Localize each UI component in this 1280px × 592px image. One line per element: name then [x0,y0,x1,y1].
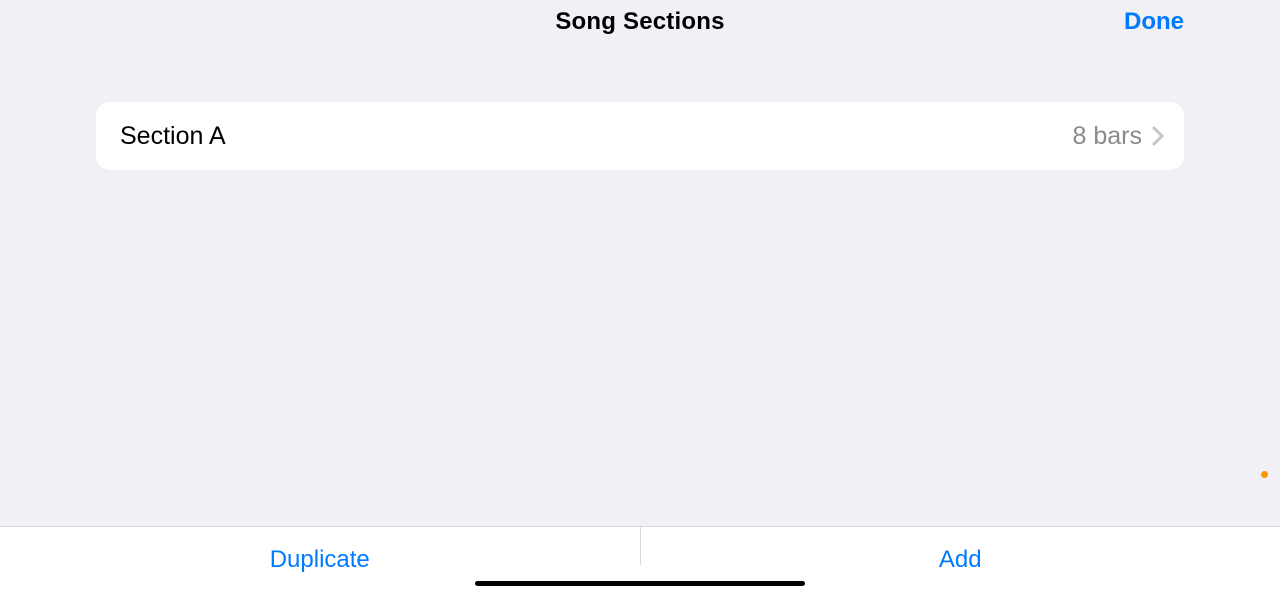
section-bars-label: 8 bars [1073,122,1142,151]
home-indicator [475,581,805,586]
done-button[interactable]: Done [1124,8,1184,36]
section-row[interactable]: Section A 8 bars [96,102,1184,170]
section-name-label: Section A [120,122,1073,151]
recording-indicator-dot [1261,471,1268,478]
chevron-right-icon [1152,126,1164,146]
navigation-bar: Song Sections Done [0,0,1280,48]
page-title: Song Sections [0,8,1280,36]
sections-list: Section A 8 bars [96,102,1184,170]
